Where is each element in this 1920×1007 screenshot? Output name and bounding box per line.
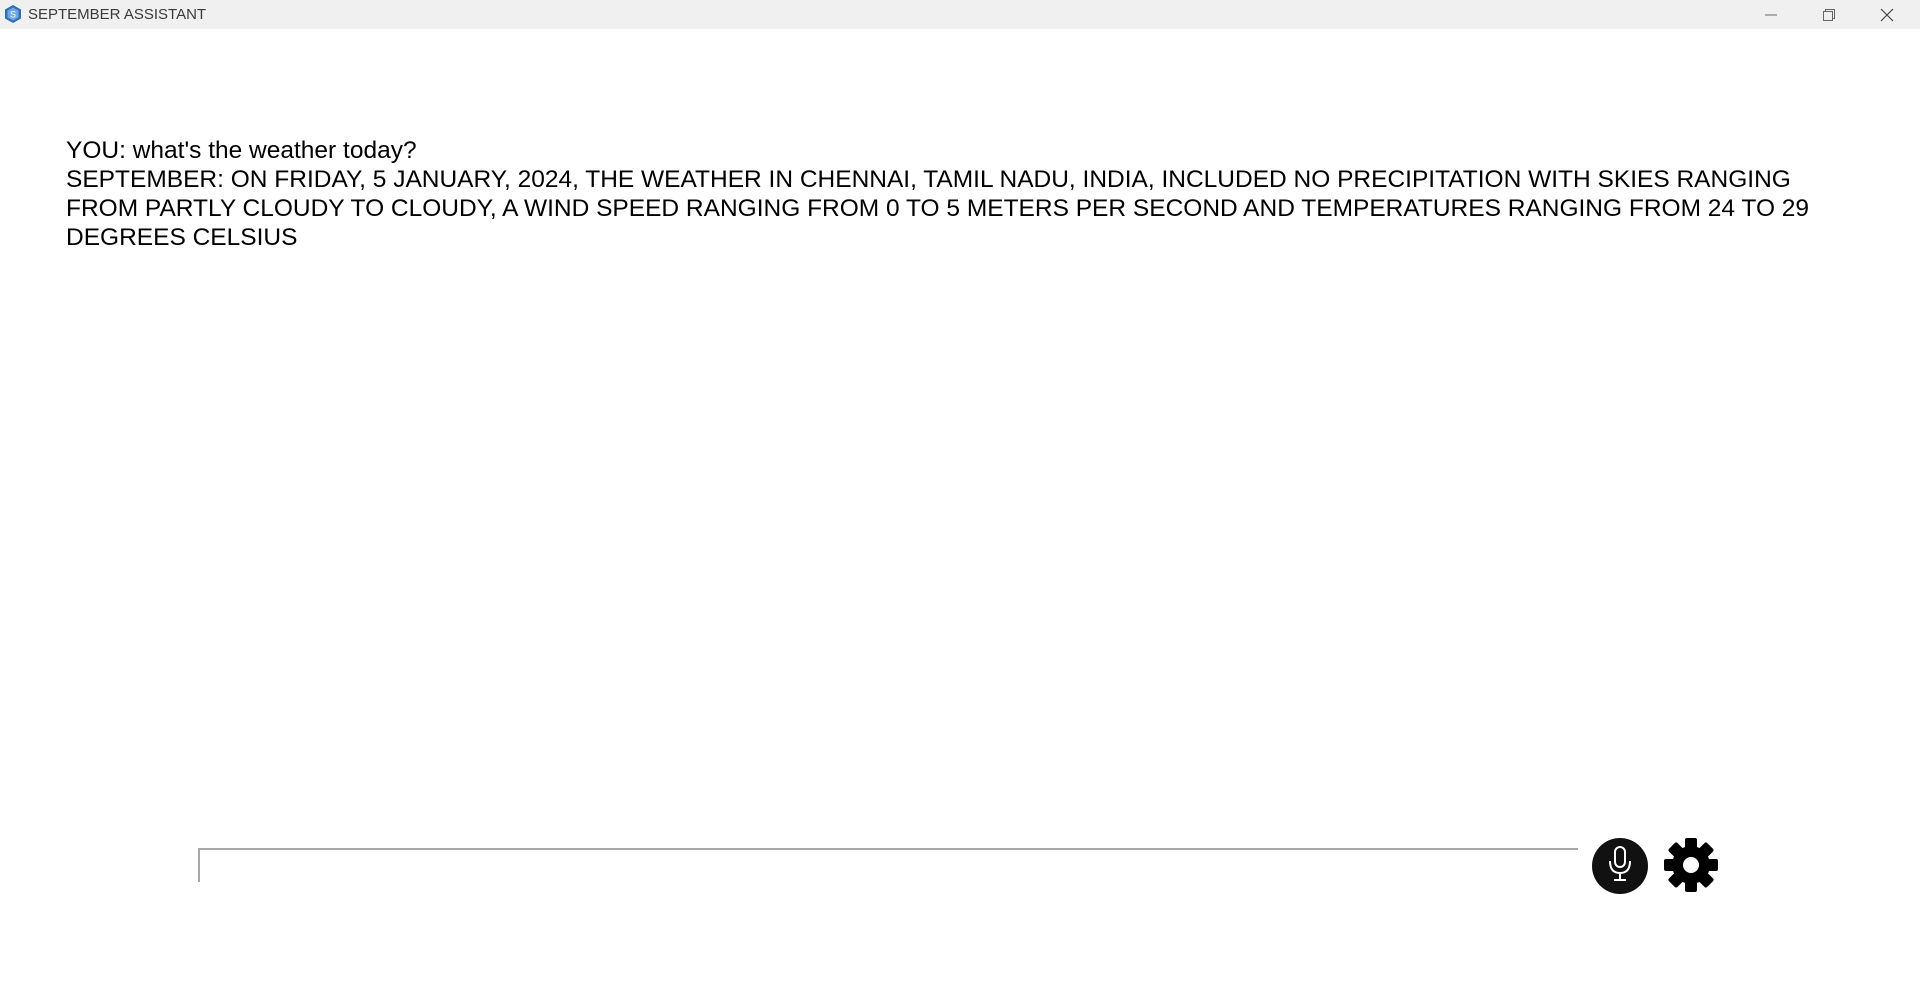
window-title: SEPTEMBER ASSISTANT [28,6,207,23]
close-button[interactable] [1858,0,1916,29]
maximize-button[interactable] [1800,0,1858,29]
title-bar[interactable]: S SEPTEMBER ASSISTANT [0,0,1920,29]
maximize-icon [1823,8,1835,21]
settings-button[interactable] [1662,837,1720,898]
user-message: YOU: what's the weather today? [66,137,417,164]
command-input-box[interactable] [198,848,1578,882]
assistant-message: SEPTEMBER: ON FRIDAY, 5 JANUARY, 2024, T… [66,166,1810,251]
minimize-button[interactable] [1742,0,1800,29]
command-input[interactable] [200,850,1578,882]
close-icon [1880,8,1894,22]
app-window: S SEPTEMBER ASSISTANT YOU: what's the we… [0,0,1920,1007]
gear-icon [1663,837,1719,898]
minimize-icon [1765,9,1777,21]
chat-log: YOU: what's the weather today? SEPTEMBER… [66,136,1856,252]
microphone-button[interactable] [1592,838,1648,894]
app-logo-icon: S [5,5,21,23]
svg-text:S: S [10,10,16,20]
microphone-icon [1605,845,1635,888]
